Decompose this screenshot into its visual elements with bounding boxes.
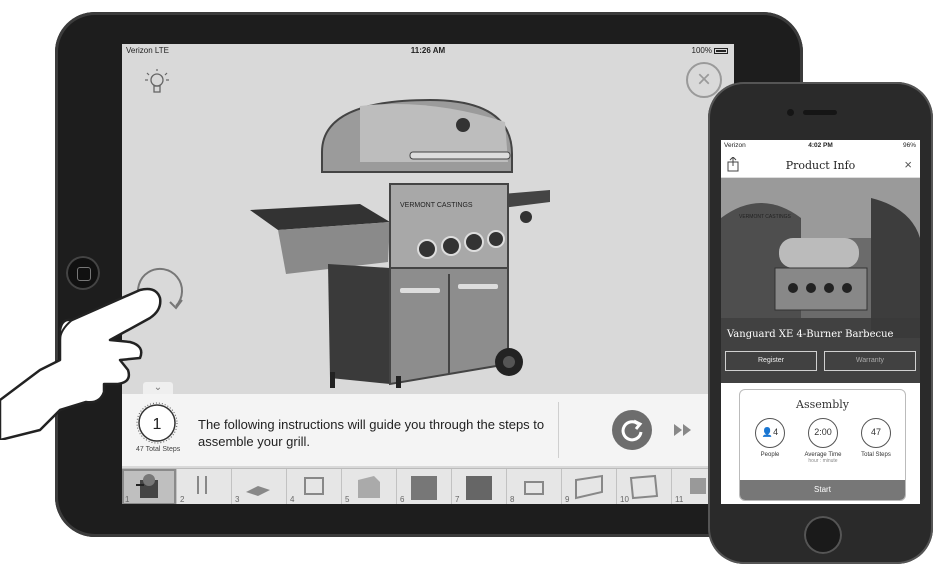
thumbnail-number: 7: [455, 495, 460, 504]
steps-value: 47: [861, 418, 891, 448]
people-stat: 👤4 People: [744, 418, 796, 458]
total-steps-label: 47 Total Steps: [136, 446, 181, 453]
average-time-stat: 2:00 Average Time hour : minute: [797, 418, 849, 464]
lightbulb-icon[interactable]: [144, 68, 170, 98]
thumbnail-number: 5: [345, 495, 350, 504]
thumbnail-number: 4: [290, 495, 295, 504]
instruction-text: The following instructions will guide yo…: [198, 417, 545, 449]
instruction-bar: 1 47 Total Steps The following instructi…: [122, 394, 734, 466]
step-thumbnail[interactable]: 9: [562, 469, 617, 504]
step-thumbnail[interactable]: 4: [287, 469, 342, 504]
product-hero-image: VERMONT CASTINGS Vanguard XE 4-Burner Ba…: [721, 178, 920, 383]
grill-illustration[interactable]: VERMONT CASTINGS: [250, 92, 556, 388]
iphone-device: Verizon 4:02 PM 96% Product Info × VERMO…: [708, 82, 933, 564]
assembly-title: Assembly: [796, 398, 849, 411]
people-label: People: [760, 452, 780, 458]
replay-icon: [621, 419, 643, 442]
thumbnail-number: 8: [510, 495, 515, 504]
step-thumbnail[interactable]: 8: [507, 469, 562, 504]
thumbnail-number: 9: [565, 495, 570, 504]
iphone-screen: Verizon 4:02 PM 96% Product Info × VERMO…: [721, 140, 920, 504]
people-value: 4: [773, 427, 779, 437]
iphone-home-button[interactable]: [804, 516, 842, 554]
thumbnail-number: 11: [675, 495, 684, 504]
warranty-button[interactable]: Warranty: [824, 351, 916, 371]
product-name: Vanguard XE 4-Burner Barbecue: [727, 329, 894, 340]
register-button[interactable]: Register: [725, 351, 817, 371]
step-thumbnail-strip: 1 2 3 4 5 6 7 8 9 10 11: [122, 468, 734, 504]
thumbnail-number: 3: [235, 495, 240, 504]
iphone-status-bar: Verizon 4:02 PM 96%: [721, 140, 920, 152]
fast-forward-icon[interactable]: [672, 422, 694, 438]
time-value: 2:00: [808, 418, 838, 448]
assembly-card: Assembly 👤4 People 2:00 Average Time hou…: [739, 389, 906, 501]
start-button[interactable]: Start: [740, 480, 905, 500]
ipad-screen: Verizon LTE 11:26 AM 100% × VERMONT CAST…: [122, 44, 734, 504]
battery-percent: 96%: [902, 142, 916, 149]
total-steps-stat: 47 Total Steps: [850, 418, 902, 458]
step-thumbnail[interactable]: 6: [397, 469, 452, 504]
step-thumbnail[interactable]: 10: [617, 469, 672, 504]
steps-label: Total Steps: [861, 452, 891, 458]
product-showcase: Verizon LTE 11:26 AM 100% × VERMONT CAST…: [0, 0, 937, 564]
clock: 11:26 AM: [410, 46, 446, 55]
time-sub-label: hour : minute: [808, 458, 838, 464]
page-title: Product Info: [785, 159, 856, 172]
battery-percent: 100%: [691, 46, 712, 55]
step-thumbnail[interactable]: 2: [177, 469, 232, 504]
hand-pointer-illustration: [0, 287, 162, 440]
step-thumbnail[interactable]: 1: [122, 469, 177, 504]
step-thumbnail[interactable]: 3: [232, 469, 287, 504]
iphone-camera: [787, 109, 794, 116]
thumbnail-number: 2: [180, 495, 185, 504]
replay-button[interactable]: [612, 410, 652, 450]
thumbnail-number: 1: [125, 495, 130, 504]
thumbnail-number: 6: [400, 495, 405, 504]
product-info-header: Product Info ×: [721, 152, 920, 178]
battery-icon: [714, 47, 728, 54]
grill-brand-text: VERMONT CASTINGS: [400, 202, 473, 209]
thumbnail-number: 10: [620, 495, 629, 504]
clock: 4:02 PM: [808, 142, 833, 149]
step-thumbnail[interactable]: 5: [342, 469, 397, 504]
people-icon: 👤4: [755, 418, 785, 448]
close-icon[interactable]: ×: [904, 157, 912, 172]
hero-brand-text: VERMONT CASTINGS: [739, 214, 792, 220]
ipad-status-bar: Verizon LTE 11:26 AM 100%: [122, 44, 734, 58]
battery-indicator: 100%: [692, 46, 728, 55]
iphone-speaker: [803, 110, 837, 115]
step-thumbnail[interactable]: 7: [452, 469, 507, 504]
divider: [558, 402, 559, 458]
